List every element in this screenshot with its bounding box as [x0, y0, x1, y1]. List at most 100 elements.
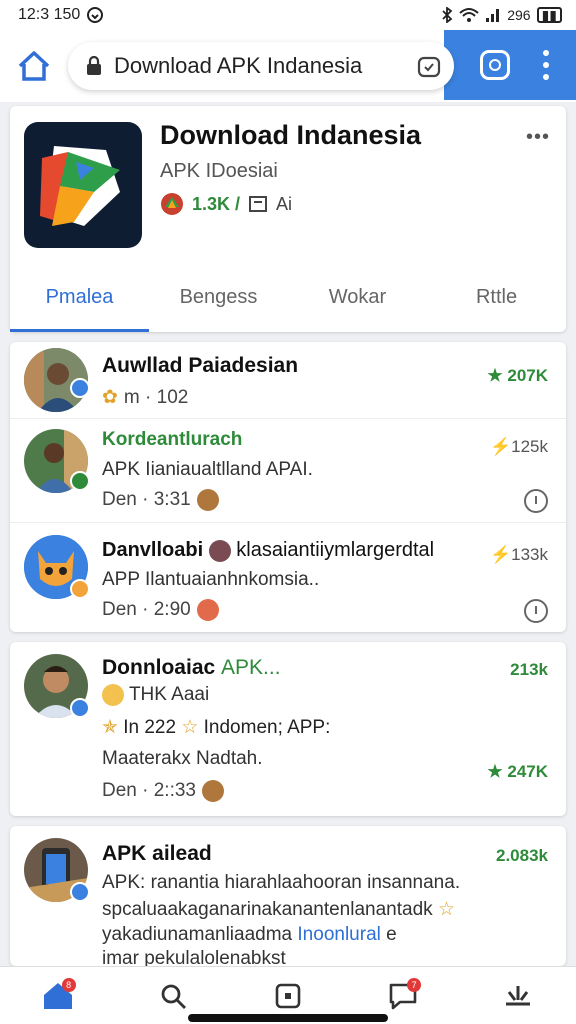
nav-profile-button[interactable]	[498, 976, 538, 1016]
feed-count: ⚡125k	[490, 437, 548, 457]
browser-toolbar: Download APK Indanesia	[0, 30, 576, 102]
status-right-text: 296	[507, 7, 531, 23]
feed-meta: ✿ m · 102	[102, 386, 188, 409]
verified-badge-icon	[70, 378, 90, 398]
app-title: Download Indanesia	[160, 120, 422, 150]
reaction-icon	[196, 489, 219, 511]
app-rating: 1.3K /	[192, 193, 241, 214]
feed-name: Auwllad Paiadesian	[102, 354, 299, 377]
tab-rttle[interactable]: Rttle	[427, 282, 566, 332]
info-icon[interactable]	[524, 599, 548, 623]
feed-tag-b: Indomen; APP:	[203, 717, 331, 738]
signal-icon	[486, 9, 500, 22]
address-text: Download APK Indanesia	[114, 53, 363, 78]
feed-meta: Den · 2::33	[102, 780, 224, 802]
feed-subline: THK Aaai	[102, 684, 209, 706]
app-subtitle: APK IDoesiai	[160, 160, 278, 182]
feed-name: Kordeantlurach	[102, 429, 243, 450]
battery-icon: ▮▮	[536, 7, 562, 23]
feed-text: yakadiunamanliaadma Inoonlural e	[102, 924, 397, 946]
gesture-home-bar[interactable]	[188, 1014, 388, 1022]
feed-text: APK Iianiaualtlland APAI.	[102, 459, 313, 480]
feed-count-secondary: ★ 247K	[487, 762, 548, 782]
nav-search-button[interactable]	[153, 976, 193, 1016]
star-icon: ★	[487, 366, 503, 385]
feed-text-span: spcaluaakaganarinakanantenlanantadk	[102, 899, 433, 920]
address-bar[interactable]: Download APK Indanesia	[68, 42, 454, 90]
app-downloads: Ai	[276, 193, 293, 214]
rating-badge-icon	[161, 193, 183, 215]
extension-button[interactable]	[480, 50, 510, 80]
feed-tag-a: In 222	[123, 717, 177, 738]
reaction-icon	[196, 599, 219, 621]
list-item[interactable]: Auwllad Paiadesian ✿ m · 102 ★ 207K	[10, 342, 566, 418]
star-icon: ★	[487, 762, 503, 781]
feed-count-value: 133k	[511, 545, 548, 564]
status-time: 12:3 150	[18, 6, 81, 23]
flower-icon: ✿	[102, 387, 118, 408]
app-header-card: Download Indanesia APK IDoesiai 1.3K / A…	[10, 106, 566, 332]
bolt-icon: ⚡	[489, 545, 512, 564]
feed-name-text: Donnloaiac	[102, 656, 216, 679]
verified-badge-icon	[70, 882, 90, 902]
list-item[interactable]: Kordeantlurach APK Iianiaualtlland APAI.…	[10, 418, 566, 522]
more-menu-button[interactable]	[542, 50, 550, 80]
nav-apps-button[interactable]	[268, 976, 308, 1016]
feed-link[interactable]: Inoonlural	[297, 924, 380, 945]
feed-card-group: Auwllad Paiadesian ✿ m · 102 ★ 207K Kord…	[10, 342, 566, 632]
app-more-icon[interactable]: •••	[526, 126, 550, 149]
feed-meta-text: Den · 2:90	[102, 599, 191, 620]
feed-meta-text: Den · 3:31	[102, 489, 191, 510]
home-icon[interactable]	[14, 48, 54, 84]
app-stats: 1.3K / Ai	[160, 192, 292, 216]
bluetooth-icon	[442, 7, 453, 23]
feed-meta: Den · 3:31	[102, 489, 219, 511]
sparkle-icon: ✯	[102, 717, 118, 738]
star-outline-icon: ☆	[181, 717, 199, 738]
notification-icon	[87, 7, 104, 23]
feed-count: ⚡133k	[490, 545, 548, 565]
feed-name: Danvlloabi klasaiantiiymlargerdtal	[102, 539, 434, 562]
nav-chat-button[interactable]: 7	[383, 976, 423, 1016]
feed-count-value: 247K	[507, 762, 548, 781]
star-outline-icon: ☆	[437, 899, 455, 920]
verified-badge-icon	[70, 579, 90, 599]
feed-text-span: yakadiunamanliaadma	[102, 924, 293, 945]
feed-name: Donnloaiac APK...	[102, 656, 281, 680]
notification-badge: 8	[61, 977, 76, 992]
feed-count: 2.083k	[496, 846, 548, 865]
tab-switch-icon[interactable]	[416, 53, 442, 79]
feed-text: APP Ilantuaianhnkomsia..	[102, 569, 320, 590]
app-logo[interactable]	[24, 122, 142, 248]
feed-name-suffix: klasaiantiiymlargerdtal	[236, 539, 435, 561]
feed-name: APK ailead	[102, 842, 212, 865]
list-item[interactable]: APK ailead 2.083k APK: ranantia hiarahla…	[10, 826, 566, 966]
tab-wokar[interactable]: Wokar	[288, 282, 427, 332]
emoji-icon	[102, 684, 124, 706]
tab-bengess[interactable]: Bengess	[149, 282, 288, 332]
feed-count-value: 125k	[511, 437, 548, 456]
feed-count-value: 207K	[507, 366, 548, 385]
browser-accent-panel	[444, 30, 576, 100]
tab-pmalea[interactable]: Pmalea	[10, 282, 149, 332]
feed-tags: ✯ In 222 ☆ Indomen; APP:	[102, 716, 330, 739]
verified-badge-icon	[70, 471, 90, 491]
feed-subline-text: THK Aaai	[128, 684, 210, 706]
list-item[interactable]: Donnloaiac APK... THK Aaai ✯ In 222 ☆ In…	[10, 642, 566, 816]
download-box-icon	[249, 196, 268, 212]
feed-text: Maaterakx Nadtah.	[102, 748, 263, 769]
feed-text: imar pekulalolenabkst	[102, 948, 286, 966]
feed-name-suffix: APK...	[221, 656, 281, 679]
feed-text-span: e	[386, 924, 397, 945]
wifi-icon	[459, 8, 479, 22]
status-bar: 12:3 150 296 ▮▮	[0, 0, 576, 30]
reaction-icon	[202, 780, 224, 802]
feed-meta: Den · 2:90	[102, 599, 219, 621]
info-icon[interactable]	[524, 489, 548, 513]
feed-count: ★ 207K	[487, 366, 548, 386]
nav-home-button[interactable]: 8	[38, 976, 78, 1016]
feed-text: spcaluaakaganarinakanantenlanantadk ☆	[102, 898, 455, 921]
feed-count: 213k	[510, 660, 548, 679]
list-item[interactable]: Danvlloabi klasaiantiiymlargerdtal APP I…	[10, 522, 566, 632]
feed-meta-text: Den · 2::33	[102, 780, 196, 801]
